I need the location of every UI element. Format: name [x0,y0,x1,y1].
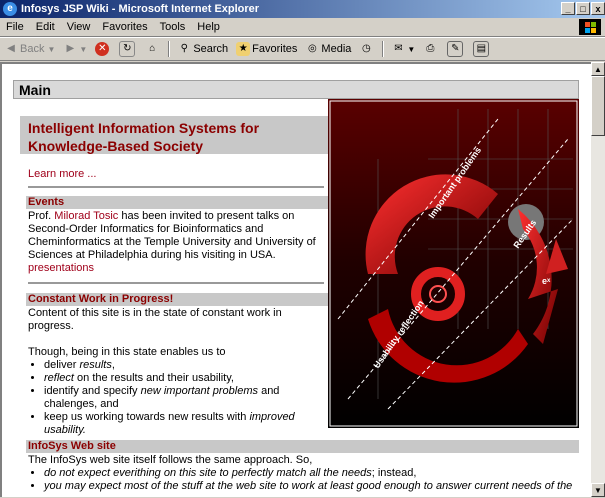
toolbar-separator [168,41,171,57]
back-label: Back [20,43,45,55]
menu-file[interactable]: File [0,21,30,33]
media-icon: ◎ [308,43,317,54]
stop-button[interactable]: ✕ [91,42,115,56]
favorites-label: Favorites [252,43,298,55]
infosys-lead: The InfoSys web site itself follows the … [28,454,313,466]
events-heading: Events [26,196,328,209]
mail-button[interactable]: ✉ ▼ [387,42,419,56]
list-item: do not expect everithing on this site to… [44,467,588,480]
windows-logo-icon [579,19,601,35]
media-button[interactable]: ◎ Media [301,42,355,56]
artwork-label-ex: eˣ [542,276,551,286]
stop-icon: ✕ [95,42,110,56]
page-viewport[interactable]: Main Intelligent Information Systems for… [0,62,591,497]
edit-icon: ✎ [447,41,464,57]
home-icon: ⌂ [149,43,156,54]
media-label: Media [321,43,352,55]
menu-help[interactable]: Help [191,21,226,33]
refresh-icon: ↻ [119,41,136,57]
search-label: Search [193,43,229,55]
ie-logo-icon: e [3,2,17,16]
artwork-svg: Important problems Results Usability ref… [328,99,579,428]
divider [28,282,324,284]
list-item: keep us working towards new results with… [44,411,328,437]
forward-arrow-icon: ▶ [66,43,75,54]
menu-bar: File Edit View Favorites Tools Help [0,18,605,37]
search-icon: ⚲ [180,43,188,54]
vertical-scrollbar[interactable]: ▲ ▼ [591,62,605,497]
mail-dropdown-icon[interactable]: ▼ [407,45,415,54]
learn-more-link[interactable]: Learn more ... [28,168,96,180]
home-button[interactable]: ⌂ [141,42,165,56]
progress-heading: Constant Work in Progress! [26,293,328,306]
decorative-artwork: Important problems Results Usability ref… [328,99,579,428]
window-controls: _ □ x [561,2,605,15]
favorites-button[interactable]: ★ Favorites [232,42,301,56]
back-arrow-icon: ◀ [7,43,15,54]
edit-button[interactable]: ✎ [443,41,469,57]
favorites-icon: ★ [236,42,251,56]
refresh-button[interactable]: ↻ [115,41,141,57]
page-title: Main [13,80,579,99]
toolbar: ◀ Back ▼ ▶ ▼ ✕ ↻ ⌂ ⚲ Search ★ Favorites … [0,37,605,61]
window-title: Infosys JSP Wiki - Microsoft Internet Ex… [21,3,260,15]
menu-favorites[interactable]: Favorites [96,21,153,33]
discuss-button[interactable]: ▤ [469,41,495,57]
minimize-button[interactable]: _ [561,2,575,15]
menu-view[interactable]: View [61,21,97,33]
mail-icon: ✉ [394,43,403,54]
divider [28,186,324,188]
close-button[interactable]: x [591,2,605,15]
progress-lead: Though, being in this state enables us t… [28,346,226,358]
presentations-link[interactable]: presentations [28,262,94,274]
progress-intro: Content of this site is in the state of … [28,307,282,332]
list-item: reflect on the results and their usabili… [44,372,328,385]
site-banner: Intelligent Information Systems for Know… [20,116,328,154]
infosys-text: The InfoSys web site itself follows the … [28,454,588,493]
print-button[interactable]: ⎙ [419,42,443,56]
back-button[interactable]: ◀ Back ▼ [0,42,59,56]
scroll-down-icon[interactable]: ▼ [591,483,605,497]
menu-edit[interactable]: Edit [30,21,61,33]
list-item: identify and specify new important probl… [44,385,328,411]
scroll-up-icon[interactable]: ▲ [591,62,605,76]
print-icon: ⎙ [426,43,435,54]
history-button[interactable]: ◷ [355,42,379,56]
events-prefix: Prof. [28,210,55,222]
scroll-thumb[interactable] [591,76,605,136]
list-item: you may expect most of the stuff at the … [44,480,588,493]
search-button[interactable]: ⚲ Search [173,42,232,56]
toolbar-separator [382,41,385,57]
infosys-heading: InfoSys Web site [26,440,579,453]
forward-button[interactable]: ▶ ▼ [59,42,91,56]
person-link[interactable]: Milorad Tosic [54,210,118,222]
events-text: Prof. Milorad Tosic has been invited to … [28,210,328,275]
history-icon: ◷ [362,43,371,54]
list-item: deliver results, [44,359,328,372]
progress-list: deliver results, reflect on the results … [28,359,328,437]
back-dropdown-icon[interactable]: ▼ [47,45,55,54]
progress-text: Content of this site is in the state of … [28,307,328,437]
discuss-icon: ▤ [473,41,490,57]
infosys-list: do not expect everithing on this site to… [28,467,588,493]
menu-tools[interactable]: Tools [154,21,192,33]
title-bar: e Infosys JSP Wiki - Microsoft Internet … [0,0,605,18]
maximize-button[interactable]: □ [576,2,590,15]
forward-dropdown-icon[interactable]: ▼ [79,45,87,54]
